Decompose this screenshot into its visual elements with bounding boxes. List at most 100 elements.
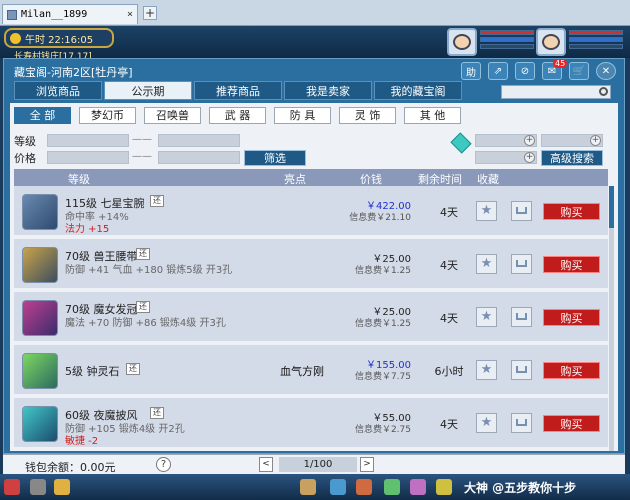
- category-all[interactable]: 全 部: [14, 107, 71, 124]
- cart-icon[interactable]: 🛒: [569, 62, 589, 80]
- share-icon[interactable]: ⇗: [488, 62, 508, 80]
- add-to-cart-icon[interactable]: [511, 254, 532, 274]
- attribute-select-1[interactable]: +: [475, 134, 537, 147]
- nav-tabs: 浏览商品 公示期 推荐商品 我是卖家 我的藏宝阁: [14, 81, 462, 100]
- favorite-star-icon[interactable]: ★: [476, 360, 497, 380]
- buy-button[interactable]: 购买: [543, 362, 600, 379]
- item-bag-icon[interactable]: [330, 479, 346, 495]
- headwear-icon[interactable]: [22, 300, 58, 336]
- cloak-icon[interactable]: [22, 406, 58, 442]
- window-icon: [7, 9, 17, 20]
- level-dash: ——: [132, 134, 152, 145]
- player-status-bars: [569, 30, 623, 51]
- category-pets[interactable]: 召唤兽: [144, 107, 201, 124]
- price-min-input[interactable]: [47, 151, 129, 164]
- plus-icon[interactable]: +: [590, 135, 601, 146]
- category-other[interactable]: 其 他: [404, 107, 461, 124]
- pet-avatar[interactable]: [447, 28, 477, 56]
- category-weapons[interactable]: 武 器: [209, 107, 266, 124]
- friends-icon[interactable]: [436, 479, 452, 495]
- mic-icon[interactable]: [30, 479, 46, 495]
- price-dash: ——: [132, 151, 152, 162]
- table-row[interactable]: 70级 魔女发冠 还 魔法 +70 防御 +86 锻炼4级 开3孔 ￥25.00…: [14, 292, 608, 343]
- item-remaining: 6小时: [434, 365, 464, 378]
- favorite-star-icon[interactable]: ★: [476, 201, 497, 221]
- plus-icon[interactable]: +: [524, 152, 535, 163]
- item-remaining: 4天: [440, 418, 458, 431]
- table-row[interactable]: 115级 七星宝腕 还 命中率 +14% 法力 +15 ￥422.00 信息费￥…: [14, 186, 608, 237]
- clock-text: 午时 22:16:05: [25, 34, 94, 46]
- next-page-button[interactable]: >: [360, 457, 374, 472]
- pet-status-bars: [480, 30, 534, 51]
- category-armor[interactable]: 防 具: [274, 107, 331, 124]
- attribute-select-2[interactable]: +: [541, 134, 603, 147]
- add-to-cart-icon[interactable]: [511, 307, 532, 327]
- bracelet-icon[interactable]: [22, 194, 58, 230]
- chat-icon[interactable]: [4, 479, 20, 495]
- spirit-stone-icon[interactable]: [22, 353, 58, 389]
- tab-my-pavilion[interactable]: 我的藏宝阁: [374, 81, 462, 100]
- guild-icon[interactable]: [410, 479, 426, 495]
- attribute-select-3[interactable]: +: [475, 151, 537, 164]
- level-min-input[interactable]: [47, 134, 129, 147]
- item-attributes: 魔法 +70 防御 +86 锻炼4级 开3孔: [65, 318, 226, 329]
- table-row[interactable]: 5级 钟灵石 还 血气方刚 ￥155.00 信息费￥7.75 6小时 ★ 购买: [14, 345, 608, 396]
- help-icon[interactable]: 助: [461, 62, 481, 80]
- add-to-cart-icon[interactable]: [511, 360, 532, 380]
- pet-face-icon: [453, 34, 471, 50]
- table-row[interactable]: 70级 兽王腰带 还 防御 +41 气血 +180 锻炼5级 开3孔 ￥25.0…: [14, 239, 608, 290]
- category-filter: 全 部 梦幻币 召唤兽 武 器 防 具 灵 饰 其 他: [14, 107, 461, 124]
- level-max-input[interactable]: [158, 134, 240, 147]
- tab-recommended[interactable]: 推荐商品: [194, 81, 282, 100]
- add-to-cart-icon[interactable]: [511, 413, 532, 433]
- game-clock: 午时 22:16:05: [4, 28, 114, 48]
- item-highlight: 血气方刚: [280, 365, 324, 378]
- team-icon[interactable]: [384, 479, 400, 495]
- tab-public[interactable]: 公示期: [104, 81, 192, 100]
- player-avatar[interactable]: [536, 28, 566, 56]
- header-favorite: 收藏: [477, 173, 499, 186]
- tab-seller[interactable]: 我是卖家: [284, 81, 372, 100]
- sun-icon: [10, 32, 21, 44]
- table-header: 等级 亮点 价钱 剩余时间 收藏: [14, 169, 608, 186]
- new-tab-button[interactable]: +: [143, 6, 157, 20]
- belt-icon[interactable]: [22, 247, 58, 283]
- search-input[interactable]: [501, 85, 611, 99]
- prev-page-button[interactable]: <: [259, 457, 273, 472]
- favorite-star-icon[interactable]: ★: [476, 413, 497, 433]
- list-scrollbar[interactable]: [609, 186, 614, 451]
- quest-icon[interactable]: [356, 479, 372, 495]
- emote-icon[interactable]: [54, 479, 70, 495]
- message-icon[interactable]: ✉ 45: [542, 59, 568, 80]
- close-icon[interactable]: ×: [127, 9, 133, 20]
- favorite-star-icon[interactable]: ★: [476, 254, 497, 274]
- skill-icon[interactable]: [300, 479, 316, 495]
- category-accessories[interactable]: 灵 饰: [339, 107, 396, 124]
- filter-button[interactable]: 筛选: [244, 150, 306, 166]
- plus-icon[interactable]: +: [524, 135, 535, 146]
- panel-title: 藏宝阁-河南2区[牡丹亭]: [14, 66, 133, 79]
- treasure-pavilion-panel: 藏宝阁-河南2区[牡丹亭] 助 ⇗ ⊘ ✉ 45 🛒 ✕ 浏览商品 公示期 推荐商…: [3, 58, 625, 454]
- stop-icon[interactable]: ⊘: [515, 62, 535, 80]
- add-to-cart-icon[interactable]: [511, 201, 532, 221]
- category-coins[interactable]: 梦幻币: [79, 107, 136, 124]
- item-fee: 信息费￥1.25: [354, 319, 411, 329]
- table-row[interactable]: 60级 夜魔披风 还 防御 +105 锻炼4级 开2孔 敏捷 -2 ￥55.00…: [14, 398, 608, 449]
- favorite-star-icon[interactable]: ★: [476, 307, 497, 327]
- item-remaining: 4天: [440, 312, 458, 325]
- level-label: 等级: [14, 135, 36, 148]
- scrollbar-thumb[interactable]: [609, 186, 614, 228]
- browser-tab[interactable]: Milan__1899 ×: [2, 4, 138, 24]
- search-icon[interactable]: [599, 87, 608, 96]
- tab-browse[interactable]: 浏览商品: [14, 81, 102, 100]
- buy-button[interactable]: 购买: [543, 203, 600, 220]
- price-max-input[interactable]: [158, 151, 240, 164]
- buy-button[interactable]: 购买: [543, 309, 600, 326]
- advanced-search-button[interactable]: 高级搜索: [541, 150, 603, 166]
- item-name: 5级 钟灵石: [65, 365, 120, 378]
- return-tag: 还: [150, 407, 164, 419]
- help-button[interactable]: ?: [156, 457, 171, 472]
- buy-button[interactable]: 购买: [543, 415, 600, 432]
- close-panel-icon[interactable]: ✕: [596, 62, 616, 80]
- buy-button[interactable]: 购买: [543, 256, 600, 273]
